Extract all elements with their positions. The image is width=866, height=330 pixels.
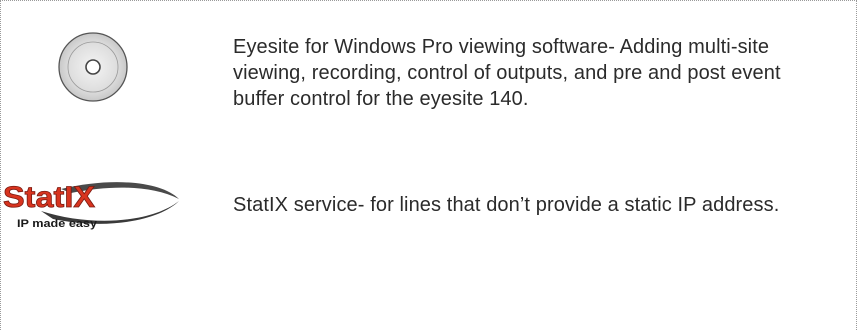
statix-logo-word: StatIX [3,181,95,214]
statix-logo: StatIX IP made easy [3,181,179,230]
statix-description: StatIX service- for lines that don’t pro… [233,194,780,216]
cd-disc-icon [58,32,128,102]
products-panel: Eyesite for Windows Pro viewing software… [0,0,857,330]
eyesite-description: Eyesite for Windows Pro viewing software… [233,36,781,110]
statix-logo-tagline: IP made easy [17,218,98,230]
